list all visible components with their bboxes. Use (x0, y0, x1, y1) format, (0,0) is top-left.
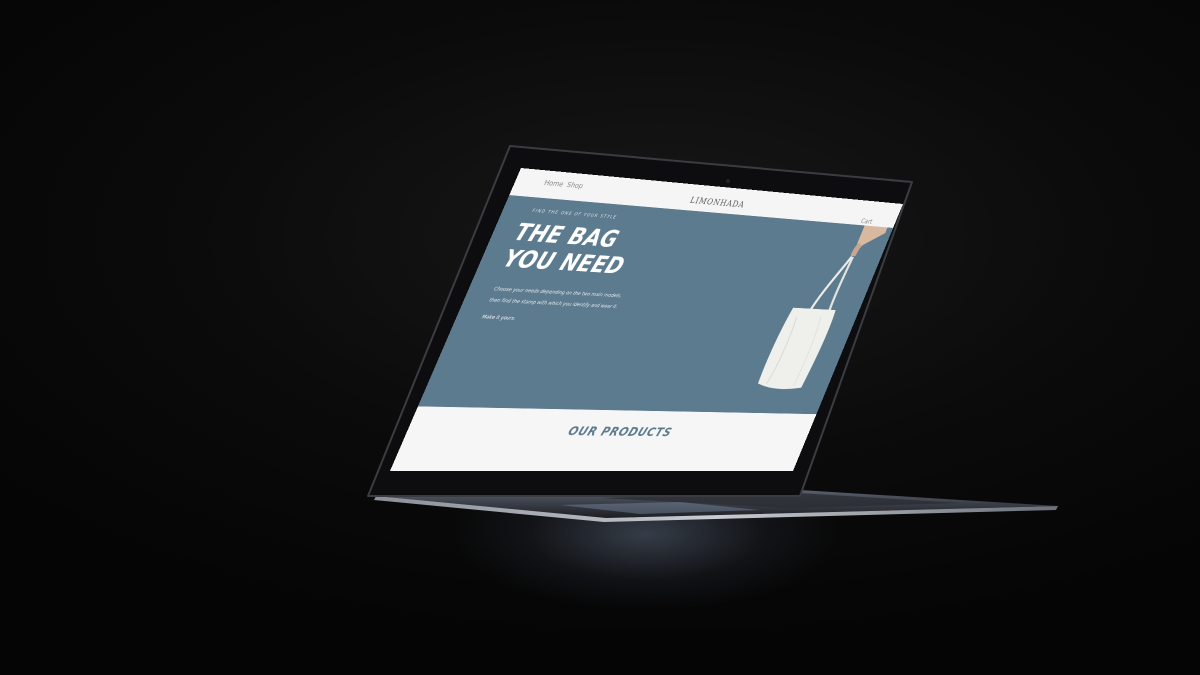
products-heading: OUR PRODUCTS (565, 423, 675, 440)
mockup-scene: Home Shop LIMONHADA Cart FIND THE ONE OF… (0, 0, 1200, 675)
products-section: OUR PRODUCTS (389, 406, 817, 472)
